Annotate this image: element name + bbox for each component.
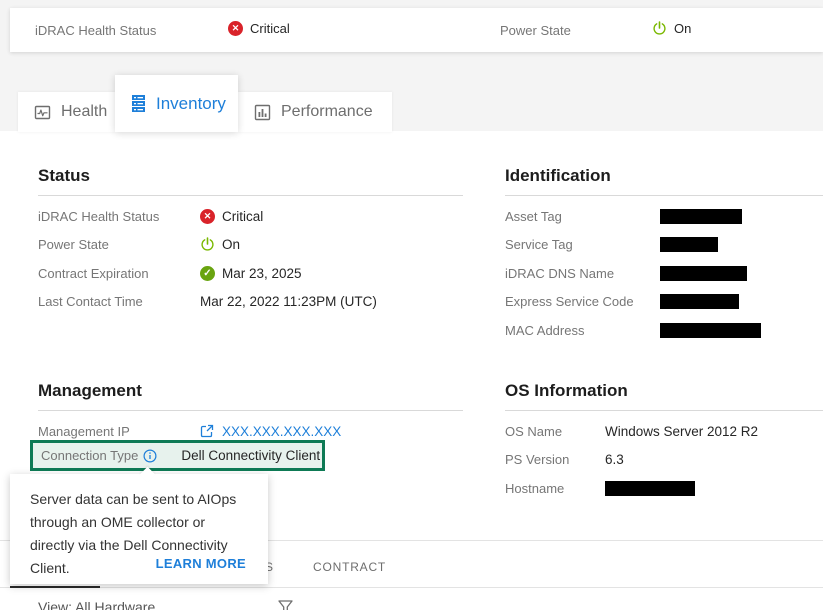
tab-performance-label: Performance xyxy=(281,103,373,121)
learn-more-link[interactable]: LEARN MORE xyxy=(156,556,246,571)
connection-type-value: Dell Connectivity Client xyxy=(181,448,320,463)
tab-health-label: Health xyxy=(61,103,107,121)
management-section: Management Management IP XXX.XXX.XXX.XXX xyxy=(38,381,463,446)
idrac-health-value-text: Critical xyxy=(250,21,290,36)
active-subtab-underline xyxy=(10,586,100,588)
ok-check-icon: ✓ xyxy=(200,266,215,281)
health-power-summary-bar: iDRAC Health Status ✕ Critical Power Sta… xyxy=(10,8,823,52)
bar-chart-icon xyxy=(254,104,271,121)
connection-type-highlight: Connection Type Dell Connectivity Client xyxy=(30,440,325,471)
connection-type-label: Connection Type xyxy=(41,448,138,463)
server-stack-icon xyxy=(131,94,146,113)
os-row-ps-version: PS Version 6.3 xyxy=(505,446,823,475)
redacted-value xyxy=(660,209,742,224)
redacted-value xyxy=(660,294,739,309)
idrac-health-label: iDRAC Health Status xyxy=(35,23,156,38)
management-title: Management xyxy=(38,381,463,411)
identification-section: Identification Asset Tag Service Tag iDR… xyxy=(505,166,823,345)
info-icon[interactable] xyxy=(143,449,157,463)
tab-performance[interactable]: Performance xyxy=(238,92,392,132)
power-state-value: On xyxy=(652,21,691,36)
critical-icon: ✕ xyxy=(200,209,215,224)
critical-icon: ✕ xyxy=(228,21,243,36)
os-row-name: OS Name Windows Server 2012 R2 xyxy=(505,417,823,446)
identification-title: Identification xyxy=(505,166,823,196)
status-row-idrac-health: iDRAC Health Status ✕ Critical xyxy=(38,202,463,231)
ident-row-asset-tag: Asset Tag xyxy=(505,202,823,231)
power-icon xyxy=(200,237,215,252)
management-ip-value: XXX.XXX.XXX.XXX xyxy=(222,424,341,439)
status-title: Status xyxy=(38,166,463,196)
ident-row-express-code: Express Service Code xyxy=(505,288,823,317)
status-section: Status iDRAC Health Status ✕ Critical Po… xyxy=(38,166,463,316)
status-row-contract-expiration: Contract Expiration ✓ Mar 23, 2025 xyxy=(38,259,463,288)
tab-health[interactable]: Health xyxy=(18,92,115,132)
connection-type-tooltip: Server data can be sent to AIOps through… xyxy=(10,474,268,584)
ident-row-service-tag: Service Tag xyxy=(505,231,823,260)
redacted-value xyxy=(660,266,747,281)
status-row-last-contact: Last Contact Time Mar 22, 2022 11:23PM (… xyxy=(38,288,463,317)
management-ip-link[interactable]: XXX.XXX.XXX.XXX xyxy=(200,424,341,439)
redacted-value xyxy=(660,323,761,338)
power-state-value-text: On xyxy=(674,21,691,36)
power-state-label: Power State xyxy=(500,23,571,38)
os-row-hostname: Hostname xyxy=(505,474,823,503)
status-row-power-state: Power State On xyxy=(38,231,463,260)
redacted-value xyxy=(660,237,718,252)
view-filter-label[interactable]: View: All Hardware xyxy=(38,599,155,610)
tab-inventory[interactable]: Inventory xyxy=(115,75,238,132)
idrac-health-value: ✕ Critical xyxy=(228,21,290,36)
redacted-value xyxy=(605,481,695,496)
power-icon xyxy=(652,21,667,36)
external-link-icon xyxy=(200,424,214,438)
os-information-section: OS Information OS Name Windows Server 20… xyxy=(505,381,823,503)
ident-row-mac-address: MAC Address xyxy=(505,316,823,345)
os-information-title: OS Information xyxy=(505,381,823,411)
health-pulse-icon xyxy=(34,104,51,121)
tab-inventory-label: Inventory xyxy=(156,94,226,114)
idrac-inventory-page: iDRAC Health Status ✕ Critical Power Sta… xyxy=(0,0,823,610)
ident-row-idrac-dns: iDRAC DNS Name xyxy=(505,259,823,288)
filter-funnel-icon[interactable] xyxy=(278,600,293,610)
subtab-contract[interactable]: CONTRACT xyxy=(313,560,386,574)
